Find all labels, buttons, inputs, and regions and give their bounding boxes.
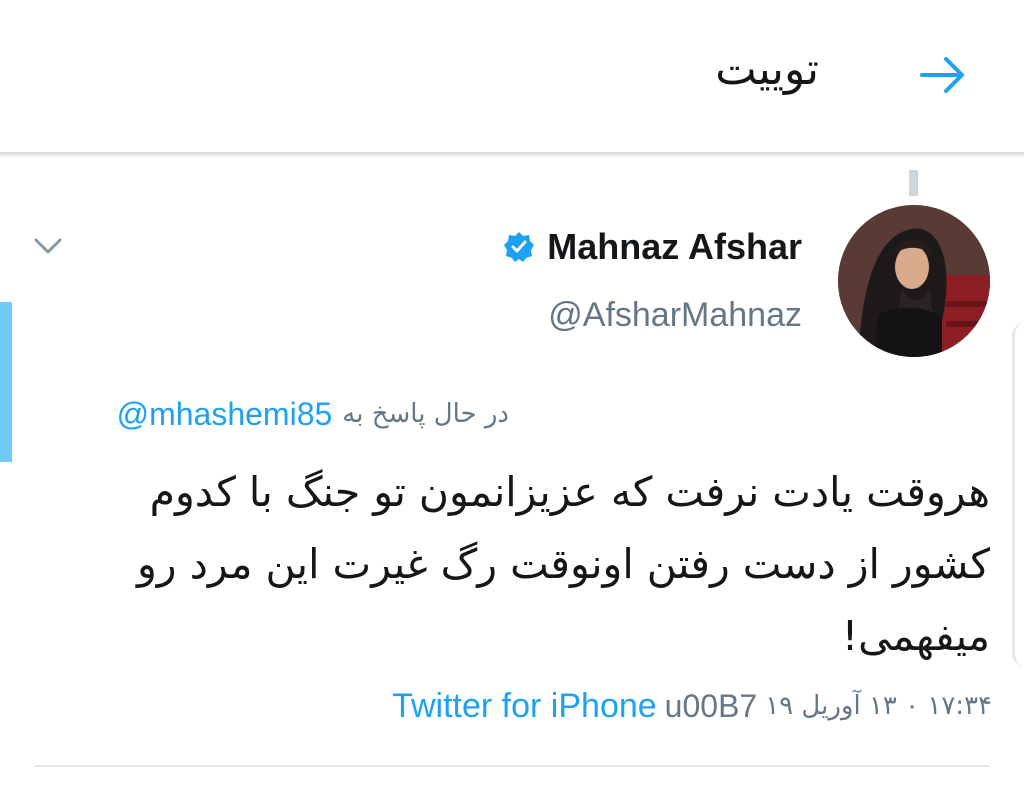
thread-accent-bar (0, 302, 12, 462)
author-display-name: Mahnaz Afshar (547, 226, 802, 267)
page-title: توییت (715, 44, 819, 95)
tweet-source-link[interactable]: Twitter for iPhone (392, 687, 657, 726)
back-button[interactable] (912, 48, 974, 102)
avatar-photo (838, 205, 990, 357)
reply-prefix: در حال پاسخ به (342, 399, 509, 429)
chevron-down-icon (34, 238, 62, 254)
tweet-text: هروقت یادت نرفت که عزیزانمون تو جنگ با ک… (136, 468, 990, 660)
arrow-right-icon (920, 57, 964, 93)
reply-mention-link[interactable]: @mhashemi85 (117, 396, 333, 433)
meta-separator: u00B7 (664, 687, 758, 724)
author-name-row[interactable]: Mahnaz Afshar (503, 222, 802, 272)
verified-badge-icon (504, 232, 535, 262)
author-handle[interactable]: @AfsharMahnaz (548, 296, 802, 335)
header-shadow (0, 152, 1024, 158)
top-bar: توییت (0, 0, 1024, 152)
tweet-meta: ۱۷:۳۴ ۰ ۱۳ آوریل ۱۹ u00B7 Twitter for iP… (392, 684, 992, 728)
tweet-timestamp: ۱۷:۳۴ ۰ ۱۳ آوریل ۱۹ (765, 691, 992, 721)
scroll-edge (1012, 322, 1024, 667)
thread-connector (909, 170, 918, 196)
avatar[interactable] (838, 205, 990, 357)
replying-to: در حال پاسخ به @mhashemi85 (117, 392, 509, 436)
tweet-menu-button[interactable] (30, 232, 66, 260)
divider (34, 765, 990, 767)
